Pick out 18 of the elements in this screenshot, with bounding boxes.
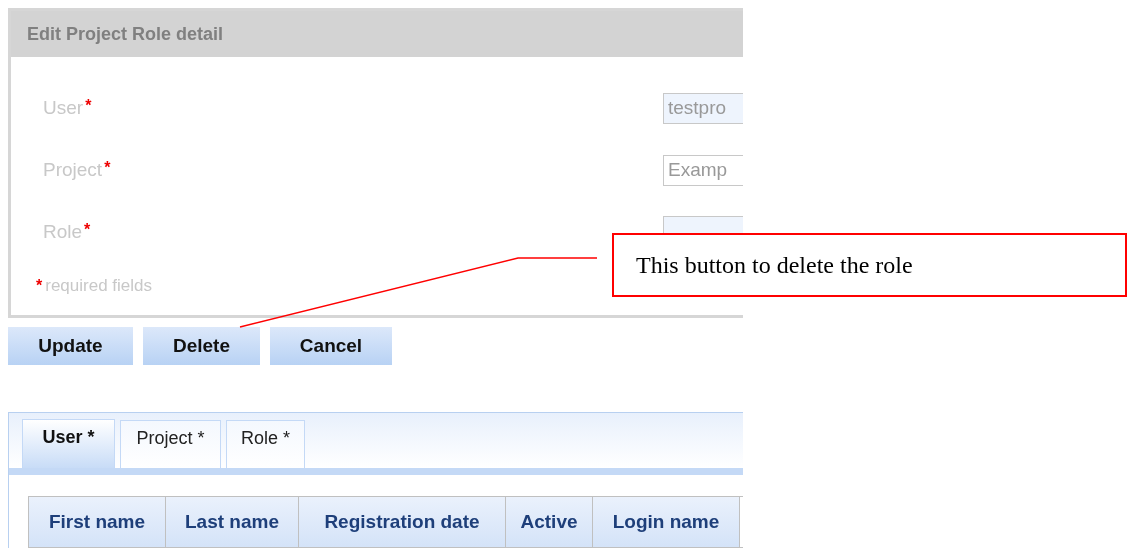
- form-button[interactable]: Cancel: [270, 327, 392, 365]
- required-asterisk: *: [85, 95, 92, 116]
- tab[interactable]: Project *: [120, 420, 221, 468]
- column-header[interactable]: Active: [506, 497, 593, 547]
- callout-box: This button to delete the role: [612, 233, 1127, 297]
- column-header[interactable]: Login name: [593, 497, 740, 547]
- form-button[interactable]: Update: [8, 327, 133, 365]
- required-asterisk: *: [104, 157, 111, 178]
- required-asterisk: *: [36, 275, 43, 296]
- tab[interactable]: Role *: [226, 420, 305, 468]
- form-button[interactable]: Delete: [143, 327, 260, 365]
- required-asterisk: *: [84, 219, 91, 240]
- panel-title: Edit Project Role detail: [27, 22, 224, 46]
- column-header[interactable]: Last name: [166, 497, 299, 547]
- tab[interactable]: User *: [22, 419, 115, 468]
- column-header[interactable]: First name: [29, 497, 166, 547]
- column-header[interactable]: Registration date: [299, 497, 506, 547]
- input-field[interactable]: [663, 216, 743, 233]
